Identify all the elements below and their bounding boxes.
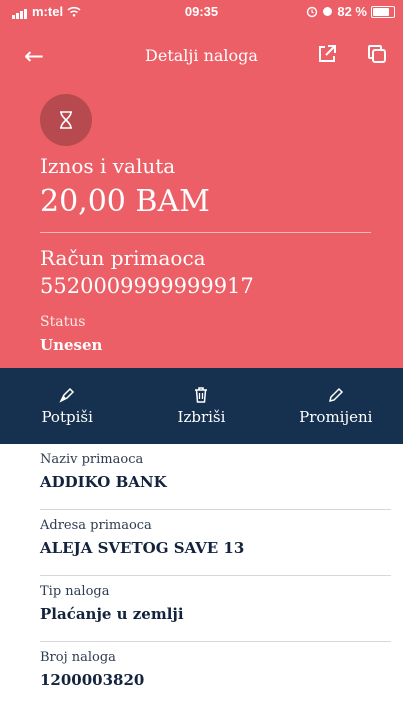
moon-icon xyxy=(323,7,333,16)
trash-icon xyxy=(195,387,208,403)
account-label: Račun primaoca xyxy=(40,246,206,270)
edit-button[interactable]: Promijeni xyxy=(269,368,403,444)
delete-button[interactable]: Izbriši xyxy=(134,368,268,444)
field-label: Naziv primaoca xyxy=(40,452,144,467)
status-badge xyxy=(40,94,92,146)
sign-label: Potpiši xyxy=(41,408,93,426)
pen-nib-icon xyxy=(59,387,75,403)
detail-order-number: Broj naloga 1200003820 xyxy=(40,642,391,708)
action-bar: Potpiši Izbriši Promijeni xyxy=(0,368,403,444)
details-list: Naziv primaoca ADDIKO BANK Adresa primao… xyxy=(0,444,403,708)
field-value: ADDIKO BANK xyxy=(40,473,167,491)
divider xyxy=(40,232,371,233)
field-label: Adresa primaoca xyxy=(40,518,152,533)
status-bar: m:tel 09:35 82 % xyxy=(0,0,403,22)
pencil-icon xyxy=(328,387,343,403)
detail-recipient-name: Naziv primaoca ADDIKO BANK xyxy=(40,444,391,510)
battery-group: 82 % xyxy=(306,4,395,19)
account-value: 5520009999999917 xyxy=(40,274,254,298)
detail-order-type: Tip naloga Plaćanje u zemlji xyxy=(40,576,391,642)
order-summary-panel: m:tel 09:35 82 % ← Detalji naloga Iznos … xyxy=(0,0,403,368)
field-label: Tip naloga xyxy=(40,584,110,599)
amount-label: Iznos i valuta xyxy=(40,154,176,178)
field-value: ALEJA SVETOG SAVE 13 xyxy=(40,539,245,557)
field-value: 1200003820 xyxy=(40,671,145,689)
detail-recipient-address: Adresa primaoca ALEJA SVETOG SAVE 13 xyxy=(40,510,391,576)
copy-icon[interactable] xyxy=(365,42,389,66)
alarm-icon xyxy=(307,6,318,17)
external-link-icon[interactable] xyxy=(315,42,339,66)
battery-percent: 82 % xyxy=(337,4,367,19)
page-title: Detalji naloga xyxy=(145,46,258,65)
field-value: Plaćanje u zemlji xyxy=(40,605,184,623)
nav-bar: ← Detalji naloga xyxy=(0,36,403,76)
sign-button[interactable]: Potpiši xyxy=(0,368,134,444)
edit-label: Promijeni xyxy=(299,408,373,426)
hourglass-icon xyxy=(60,111,72,129)
field-label: Broj naloga xyxy=(40,650,116,665)
status-label: Status xyxy=(40,314,86,330)
delete-label: Izbriši xyxy=(177,408,226,426)
status-value: Unesen xyxy=(40,336,103,354)
amount-value: 20,00 BAM xyxy=(40,184,210,219)
battery-icon xyxy=(371,5,395,18)
